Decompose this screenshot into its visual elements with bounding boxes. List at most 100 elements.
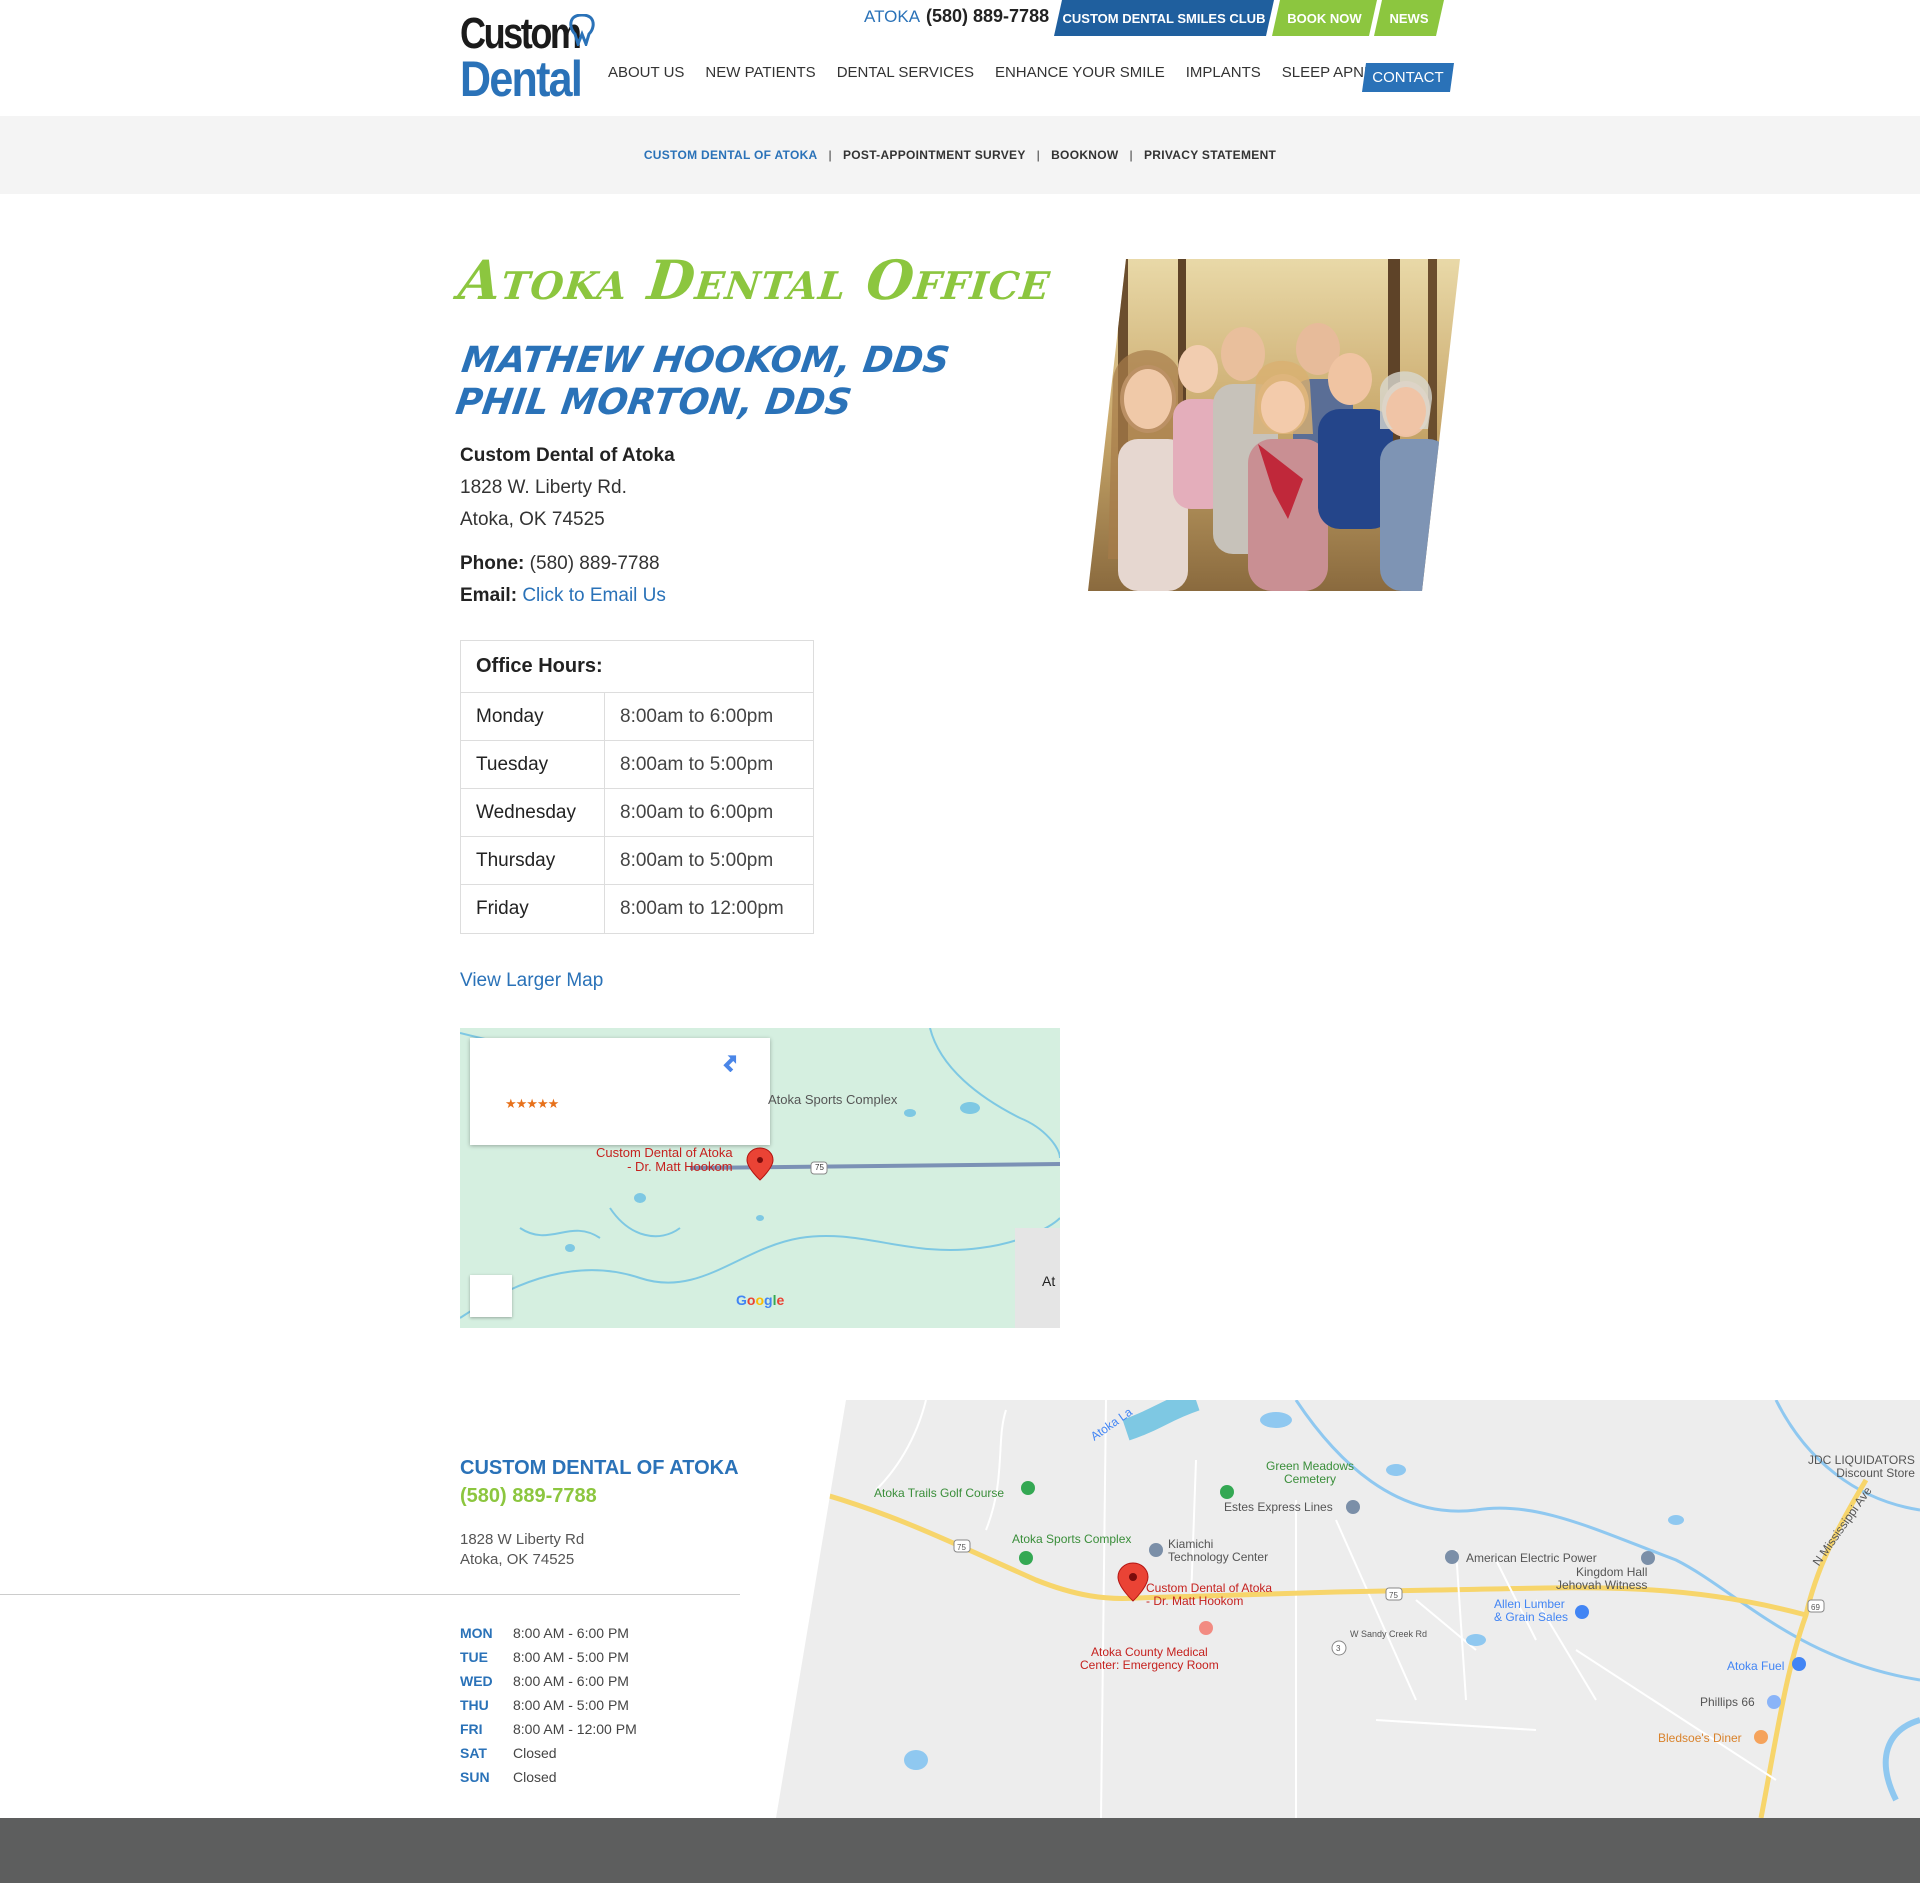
subnav-separator: |	[828, 148, 832, 162]
map-label: Atoka Trails Golf Course	[874, 1486, 1005, 1500]
list-item: MON 8:00 AM - 6:00 PM	[460, 1621, 637, 1645]
hours-time: 8:00am to 6:00pm	[620, 801, 774, 823]
logo-line-2: Dental	[460, 51, 583, 107]
table-row: Wednesday 8:00am to 6:00pm	[461, 789, 813, 837]
location-label: ATOKA	[864, 7, 921, 26]
map-label: Allen Lumber & Grain Sales	[1494, 1597, 1569, 1624]
map-label: American Electric Power	[1466, 1551, 1597, 1565]
footer-hours-day: THU	[460, 1697, 489, 1713]
map-pin-label-line: Custom Dental of Atoka	[596, 1145, 733, 1160]
rating-stars: ★★★★★	[505, 1096, 559, 1111]
subnav-privacy-statement[interactable]: PRIVACY STATEMENT	[1144, 148, 1276, 162]
subnav-custom-dental-of-atoka[interactable]: CUSTOM DENTAL OF ATOKA	[644, 148, 818, 162]
phone-label: Phone:	[460, 553, 525, 574]
nav-dental-services[interactable]: DENTAL SERVICES	[837, 64, 974, 81]
office-address: Custom Dental of Atoka 1828 W. Liberty R…	[460, 440, 675, 612]
subnav-separator: |	[1129, 148, 1133, 162]
doctor-names: MATHEW HOOKOM, DDS PHIL MORTON, DDS	[453, 340, 952, 424]
footer-title: CUSTOM DENTAL OF ATOKA	[460, 1457, 739, 1479]
subnav-post-appointment-survey[interactable]: POST-APPOINTMENT SURVEY	[843, 148, 1026, 162]
office-hours-table: Office Hours: Monday 8:00am to 6:00pm Tue…	[460, 640, 814, 934]
family-photo	[1088, 259, 1460, 591]
book-now-button[interactable]: BOOK NOW	[1272, 0, 1377, 36]
footer-bar	[0, 1818, 1920, 1883]
list-item: WED 8:00 AM - 6:00 PM	[460, 1669, 637, 1693]
footer-hours-time: Closed	[513, 1745, 557, 1761]
doctor-name: MATHEW HOOKOM, DDS	[459, 340, 952, 381]
map-label: Atoka Fuel	[1727, 1659, 1785, 1673]
nav-about-us[interactable]: ABOUT US	[608, 64, 684, 81]
footer-hours-day: TUE	[460, 1649, 488, 1665]
footer-city: Atoka, OK 74525	[460, 1551, 575, 1568]
tooth-icon	[569, 14, 595, 46]
map-label: Phillips 66	[1700, 1695, 1755, 1709]
subnav-separator: |	[1036, 148, 1041, 162]
news-button[interactable]: NEWS	[1374, 0, 1444, 36]
nav-enhance-your-smile[interactable]: ENHANCE YOUR SMILE	[995, 64, 1165, 81]
route-shield-label: 75	[815, 1163, 824, 1172]
footer-address: 1828 W Liberty Rd Atoka, OK 74525	[460, 1530, 584, 1570]
hours-time: 8:00am to 5:00pm	[620, 849, 774, 871]
map-label: Kiamichi Technology Center	[1168, 1537, 1269, 1564]
hours-time: 8:00am to 5:00pm	[620, 753, 774, 775]
footer-hours-time: 8:00 AM - 12:00 PM	[513, 1721, 637, 1737]
map-place-card: ★★★★★	[470, 1038, 770, 1145]
footer-hours-time: 8:00 AM - 6:00 PM	[513, 1673, 629, 1689]
header-phone[interactable]: (580) 889-7788	[926, 6, 1049, 27]
footer-street: 1828 W Liberty Rd	[460, 1531, 585, 1548]
footer-divider	[0, 1594, 740, 1595]
hours-day: Thursday	[461, 837, 605, 884]
hours-day: Tuesday	[461, 741, 605, 788]
hours-day: Friday	[461, 885, 605, 933]
list-item: FRI 8:00 AM - 12:00 PM	[460, 1717, 637, 1741]
office-street: 1828 W. Liberty Rd.	[460, 477, 627, 498]
list-item: SAT Closed	[460, 1741, 637, 1765]
map-pin-label: Custom Dental of Atoka - Dr. Matt Hookom	[596, 1146, 733, 1174]
route-shield-label: 69	[1811, 1603, 1820, 1612]
footer-hours-time: Closed	[513, 1769, 557, 1785]
map-label: Bledsoe's Diner	[1658, 1731, 1742, 1745]
map-pin-label-line: - Dr. Matt Hookom	[627, 1159, 733, 1174]
footer-hours-time: 8:00 AM - 6:00 PM	[513, 1625, 629, 1641]
list-item: TUE 8:00 AM - 5:00 PM	[460, 1645, 637, 1669]
office-hours-title: Office Hours:	[461, 641, 813, 693]
subnav-booknow[interactable]: BOOKNOW	[1051, 148, 1118, 162]
footer-hours-day: SUN	[460, 1769, 490, 1785]
nav-contact[interactable]: CONTACT	[1362, 63, 1454, 92]
map-town-label: At	[1042, 1273, 1056, 1289]
list-item: SUN Closed	[460, 1765, 637, 1789]
map-label: W Sandy Creek Rd	[1350, 1629, 1428, 1639]
map-label: Atoka Sports Complex	[1012, 1532, 1132, 1546]
directions-icon[interactable]	[718, 1050, 740, 1072]
email-label: Email:	[460, 585, 518, 606]
route-shield-label: 75	[957, 1543, 966, 1552]
email-link[interactable]: Click to Email Us	[522, 585, 666, 606]
page: Custom Dental ATOKA (580) 889-7788 CUSTO…	[0, 0, 1920, 1883]
view-larger-map-link[interactable]: View Larger Map	[460, 970, 603, 992]
route-shield-label: 75	[1389, 1591, 1398, 1600]
table-row: Thursday 8:00am to 5:00pm	[461, 837, 813, 885]
hours-time: 8:00am to 6:00pm	[620, 705, 774, 727]
map-pin-label: Custom Dental of Atoka - Dr. Matt Hookom	[1146, 1581, 1273, 1608]
smiles-club-button[interactable]: CUSTOM DENTAL SMILES CLUB	[1054, 0, 1274, 36]
table-row: Monday 8:00am to 6:00pm	[461, 693, 813, 741]
doctor-name: PHIL MORTON, DDS	[453, 382, 855, 423]
footer-map[interactable]: Atoka La Green Meadows Cemetery Atoka Tr…	[776, 1400, 1920, 1818]
embedded-map[interactable]: ★★★★★ Atoka Sports Complex Custom Dental…	[460, 1028, 1060, 1328]
footer-hours-day: MON	[460, 1625, 493, 1641]
page-title: Atoka Dental Office	[455, 248, 1055, 312]
office-city: Atoka, OK 74525	[460, 509, 605, 530]
nav-new-patients[interactable]: NEW PATIENTS	[705, 64, 815, 81]
hours-day: Monday	[461, 693, 605, 740]
nav-implants[interactable]: IMPLANTS	[1186, 64, 1261, 81]
map-fullscreen-button[interactable]	[470, 1275, 512, 1317]
route-shield-label: 3	[1336, 1644, 1341, 1653]
footer-phone[interactable]: (580) 889-7788	[460, 1485, 597, 1508]
office-phone[interactable]: (580) 889-7788	[530, 553, 660, 574]
main-nav: ABOUT US NEW PATIENTS DENTAL SERVICES EN…	[608, 64, 1405, 81]
map-label: Green Meadows Cemetery	[1266, 1459, 1355, 1486]
map-label: Estes Express Lines	[1224, 1500, 1333, 1514]
footer-hours-day: WED	[460, 1673, 493, 1689]
site-logo[interactable]: Custom Dental	[460, 12, 596, 104]
footer-hours: MON 8:00 AM - 6:00 PM TUE 8:00 AM - 5:00 P…	[460, 1621, 637, 1789]
